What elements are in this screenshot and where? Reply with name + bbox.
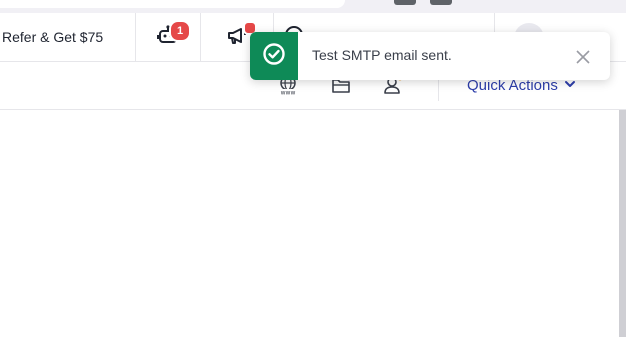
browser-tab[interactable] xyxy=(0,0,345,8)
refer-link[interactable]: Refer & Get $75 xyxy=(0,13,135,61)
browser-chrome xyxy=(0,0,626,13)
check-circle-icon xyxy=(262,42,286,71)
browser-extension-icon[interactable] xyxy=(430,0,452,5)
bot-notifications-button[interactable]: 1 xyxy=(136,13,200,61)
close-icon[interactable] xyxy=(575,49,591,65)
svg-text:www: www xyxy=(281,90,296,97)
main-content xyxy=(0,110,619,337)
toast-message: Test SMTP email sent. xyxy=(312,47,452,63)
toast-status-area xyxy=(250,32,298,80)
notification-count-badge: 1 xyxy=(169,20,191,42)
scrollbar[interactable] xyxy=(619,110,626,337)
success-toast: Test SMTP email sent. xyxy=(250,32,610,80)
app-window: Refer & Get $75 1 www Quick Actions Test… xyxy=(0,0,626,337)
browser-extension-icon[interactable] xyxy=(394,0,416,5)
